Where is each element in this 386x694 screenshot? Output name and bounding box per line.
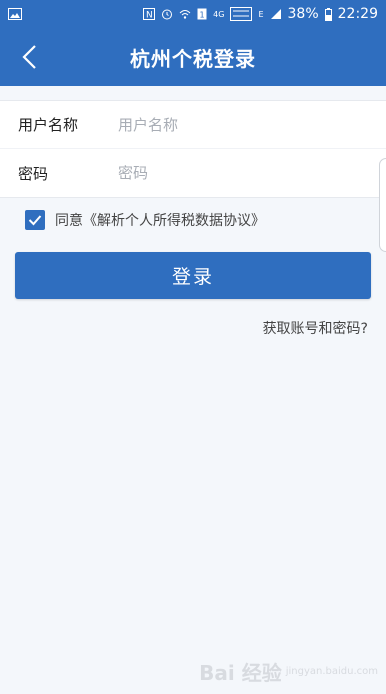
page-title: 杭州个税登录: [130, 46, 256, 71]
svg-text:N: N: [146, 11, 153, 21]
signal-icon: [270, 8, 282, 20]
watermark-url: jingyan.baidu.com: [285, 666, 378, 677]
username-label: 用户名称: [18, 116, 79, 134]
login-form: 用户名称 密码: [0, 100, 386, 198]
wifi-icon: [179, 8, 191, 20]
password-label: 密码: [18, 164, 49, 183]
nfc-icon: N: [143, 8, 156, 21]
gallery-notification-icon: [8, 8, 22, 20]
network-e-label: E: [258, 9, 264, 19]
chevron-left-icon: [22, 45, 36, 69]
baidu-watermark: Bai 经验 jingyan.baidu.com: [199, 657, 378, 686]
get-credentials-link[interactable]: 获取账号和密码?: [263, 318, 368, 338]
agreement-text[interactable]: 同意《解析个人所得税数据协议》: [55, 210, 265, 230]
battery-percent: 38%: [287, 6, 319, 22]
agreement-checkbox[interactable]: [25, 210, 45, 230]
password-row: 密码: [0, 149, 386, 197]
side-scroll-handle[interactable]: [379, 158, 386, 252]
username-row: 用户名称: [0, 101, 386, 149]
alarm-icon: [161, 8, 173, 20]
svg-text:1: 1: [200, 11, 205, 20]
login-button[interactable]: 登录: [15, 252, 371, 299]
battery-icon: [324, 7, 332, 21]
checkmark-icon: [28, 215, 42, 226]
agreement-row: 同意《解析个人所得税数据协议》: [25, 210, 265, 230]
network-4g-label: 4G: [213, 9, 225, 19]
sim-icon: 1: [197, 8, 207, 20]
status-bar: N 1 4G E 38% 22:29: [0, 0, 386, 28]
clock-time: 22:29: [337, 6, 378, 22]
watermark-text: Bai 经验: [199, 661, 282, 685]
data-transfer-icon: [230, 7, 253, 21]
username-input[interactable]: [116, 114, 386, 135]
navigation-bar: 杭州个税登录: [0, 28, 386, 86]
back-button[interactable]: [10, 38, 48, 76]
password-input[interactable]: [116, 163, 386, 183]
